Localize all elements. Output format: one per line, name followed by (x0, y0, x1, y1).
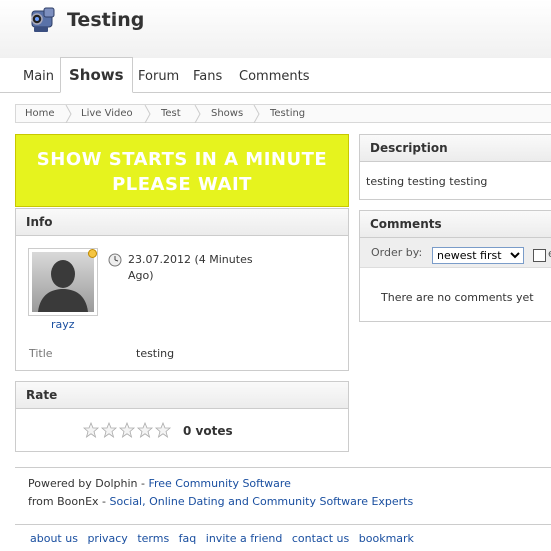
star-rating-icon (82, 421, 172, 438)
description-text: testing testing testing (366, 175, 488, 188)
footer-link-bookmark[interactable]: bookmark (359, 532, 414, 545)
info-heading: Info (16, 209, 348, 236)
post-date: 23.07.2012 (4 Minutes Ago) (128, 252, 268, 284)
footer-link-contact[interactable]: contact us (292, 532, 349, 545)
title-value: testing (136, 347, 175, 360)
banner-line-1: SHOW STARTS IN A MINUTE (36, 149, 328, 170)
breadcrumb-separator-icon (144, 105, 151, 123)
boonex-link[interactable]: Social, Online Dating and Community Soft… (110, 495, 414, 508)
tab-main[interactable]: Main (15, 58, 62, 93)
rate-box: Rate 0 votes (15, 381, 349, 452)
breadcrumb-live-video[interactable]: Live Video (81, 108, 133, 119)
rating-stars[interactable] (82, 421, 173, 441)
dolphin-link[interactable]: Free Community Software (148, 477, 291, 490)
comments-checkbox[interactable] (533, 249, 546, 262)
user-silhouette-icon (32, 252, 94, 312)
video-camera-icon (31, 7, 55, 32)
title-label: Title (29, 347, 53, 360)
breadcrumb-separator-icon (194, 105, 201, 123)
powered-prefix: Powered by Dolphin - (28, 477, 149, 490)
rate-heading: Rate (16, 382, 348, 409)
powered-by-footer: Powered by Dolphin - Free Community Soft… (15, 467, 551, 515)
order-label: Order by: (371, 246, 423, 259)
tab-comments[interactable]: Comments (231, 58, 317, 93)
post-date-line-2: Ago) (128, 269, 154, 282)
footer-link-invite[interactable]: invite a friend (206, 532, 283, 545)
from-prefix: from BoonEx - (28, 495, 110, 508)
author-link[interactable]: rayz (51, 318, 75, 331)
breadcrumb: Home Live Video Test Shows Testing (15, 104, 551, 123)
tab-bar: Main Shows Forum Fans Comments (0, 57, 551, 93)
no-comments-text: There are no comments yet (381, 291, 534, 304)
breadcrumb-separator-icon (253, 105, 260, 123)
online-status-icon (88, 249, 97, 258)
info-box: Info rayz 23.07.2012 (4 Minutes Ago) Tit… (15, 208, 349, 371)
breadcrumb-shows[interactable]: Shows (211, 108, 243, 119)
clock-icon (108, 253, 122, 267)
description-box: Description testing testing testing (359, 134, 551, 200)
breadcrumb-test[interactable]: Test (161, 108, 181, 119)
footer-link-privacy[interactable]: privacy (87, 532, 127, 545)
comments-box: Comments Order by: newest first e There … (359, 210, 551, 322)
description-heading: Description (360, 135, 551, 162)
footer-links: about us privacy terms faq invite a frie… (15, 524, 551, 551)
footer-link-terms[interactable]: terms (137, 532, 169, 545)
tab-forum[interactable]: Forum (130, 58, 187, 93)
show-banner: SHOW STARTS IN A MINUTE PLEASE WAIT (15, 134, 349, 207)
page-title: Testing (67, 9, 145, 31)
vote-count: 0 votes (183, 424, 233, 438)
footer-link-faq[interactable]: faq (179, 532, 197, 545)
order-select[interactable]: newest first (432, 247, 524, 264)
breadcrumb-home[interactable]: Home (25, 108, 55, 119)
page-header: Testing (0, 0, 551, 60)
breadcrumb-current: Testing (270, 108, 306, 119)
breadcrumb-separator-icon (65, 105, 72, 123)
post-date-line-1: 23.07.2012 (4 Minutes (128, 253, 253, 266)
footer-link-about[interactable]: about us (30, 532, 78, 545)
tab-shows[interactable]: Shows (60, 57, 133, 93)
comments-heading: Comments (360, 211, 551, 238)
avatar[interactable] (28, 248, 98, 316)
banner-line-2: PLEASE WAIT (112, 174, 252, 195)
comments-toolbar: Order by: newest first e (360, 238, 551, 268)
tab-fans[interactable]: Fans (185, 58, 230, 93)
